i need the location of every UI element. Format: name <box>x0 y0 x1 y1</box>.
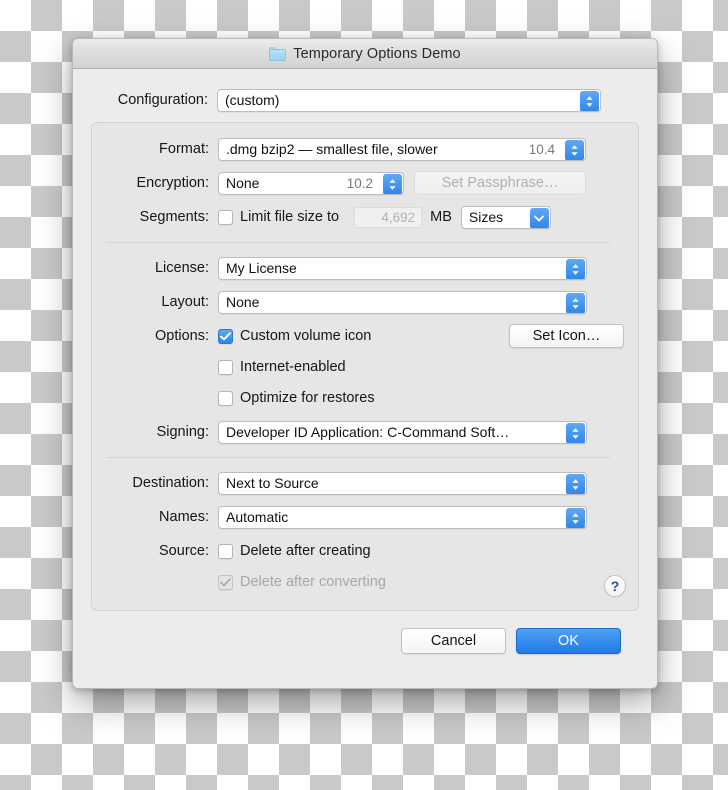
window-title: Temporary Options Demo <box>293 45 461 62</box>
configuration-popup[interactable]: (custom) <box>217 88 601 112</box>
configuration-value: (custom) <box>225 92 280 108</box>
encryption-popup[interactable]: None 10.2 <box>218 171 404 195</box>
chevron-updown-icon[interactable] <box>565 139 584 160</box>
screenshot-canvas: Temporary Options Demo Configuration: (c… <box>0 0 728 790</box>
signing-row: Signing: Developer ID Application: C-Com… <box>92 418 624 446</box>
chevron-updown-icon[interactable] <box>580 90 599 111</box>
license-popup[interactable]: My License <box>218 256 587 280</box>
delete-after-creating-label: Delete after creating <box>240 543 371 559</box>
names-label: Names: <box>159 509 209 525</box>
set-icon-button[interactable]: Set Icon… <box>509 324 624 348</box>
layout-value: None <box>226 294 260 310</box>
license-row: License: My License <box>92 254 624 282</box>
signing-value: Developer ID Application: C-Command Soft… <box>226 424 510 440</box>
license-label: License: <box>154 260 209 276</box>
format-value: .dmg bzip2 — smallest file, slower <box>226 141 438 157</box>
source-row-2: Delete after converting <box>92 568 624 596</box>
folder-icon <box>269 46 287 61</box>
segments-label: Segments: <box>139 209 209 225</box>
names-popup[interactable]: Automatic <box>218 505 587 529</box>
group-separator-2 <box>106 457 610 458</box>
options-group-box: Format: .dmg bzip2 — smallest file, slow… <box>91 122 639 611</box>
encryption-version: 10.2 <box>346 175 373 191</box>
chevron-updown-icon[interactable] <box>566 473 585 494</box>
custom-volume-icon-checkbox[interactable] <box>218 328 233 344</box>
set-passphrase-button: Set Passphrase… <box>414 171 586 195</box>
internet-enabled-label: Internet-enabled <box>240 359 346 375</box>
segments-mode-value: Sizes <box>468 209 504 225</box>
segments-row: Segments: Limit file size to 4,692 MB Si… <box>92 203 624 231</box>
chevron-updown-icon[interactable] <box>566 507 585 528</box>
layout-popup[interactable]: None <box>218 290 587 314</box>
optimize-for-restores-label: Optimize for restores <box>240 390 375 406</box>
limit-file-size-checkbox[interactable] <box>218 209 233 225</box>
encryption-value: None <box>226 175 260 191</box>
limit-file-size-label: Limit file size to <box>240 209 340 225</box>
chevron-updown-icon[interactable] <box>383 173 402 194</box>
format-popup[interactable]: .dmg bzip2 — smallest file, slower 10.4 <box>218 137 586 161</box>
options-row-1: Options: Custom volume icon Set Icon… <box>92 322 624 350</box>
segments-mode-popup[interactable]: Sizes <box>460 205 551 229</box>
names-row: Names: Automatic <box>92 503 624 531</box>
layout-row: Layout: None <box>92 288 624 316</box>
destination-label: Destination: <box>132 475 209 491</box>
destination-value: Next to Source <box>226 475 319 491</box>
format-row: Format: .dmg bzip2 — smallest file, slow… <box>92 135 624 163</box>
encryption-row: Encryption: None 10.2 Set Passphrase… <box>92 169 624 197</box>
segment-size-input[interactable]: 4,692 <box>354 206 423 228</box>
chevron-updown-icon[interactable] <box>566 422 585 443</box>
configuration-label: Configuration: <box>117 92 208 108</box>
segment-size-unit: MB <box>430 209 452 225</box>
help-icon[interactable]: ? <box>604 575 626 597</box>
source-label: Source: <box>159 543 209 559</box>
format-label: Format: <box>159 141 209 157</box>
dialog-content: Configuration: (custom) Format: .dmg bzi… <box>73 86 657 654</box>
options-label: Options: <box>155 328 209 344</box>
cancel-button[interactable]: Cancel <box>401 628 506 654</box>
dialog-footer: Cancel OK <box>91 611 639 654</box>
chevron-updown-icon[interactable] <box>566 292 585 313</box>
optimize-for-restores-checkbox[interactable] <box>218 390 233 406</box>
signing-label: Signing: <box>156 424 209 440</box>
chevron-updown-icon[interactable] <box>566 258 585 279</box>
custom-volume-icon-label: Custom volume icon <box>240 328 372 344</box>
options-row-3: Optimize for restores <box>92 384 624 412</box>
delete-after-creating-checkbox[interactable] <box>218 543 233 559</box>
signing-popup[interactable]: Developer ID Application: C-Command Soft… <box>218 420 587 444</box>
ok-button[interactable]: OK <box>516 628 621 654</box>
delete-after-converting-label: Delete after converting <box>240 574 386 590</box>
source-row-1: Source: Delete after creating <box>92 537 624 565</box>
configuration-row: Configuration: (custom) <box>91 86 639 114</box>
license-value: My License <box>226 260 297 276</box>
options-row-2: Internet-enabled <box>92 353 624 381</box>
group-separator-1 <box>106 242 610 243</box>
destination-popup[interactable]: Next to Source <box>218 471 587 495</box>
format-version: 10.4 <box>528 141 555 157</box>
layout-label: Layout: <box>161 294 209 310</box>
delete-after-converting-checkbox <box>218 574 233 590</box>
internet-enabled-checkbox[interactable] <box>218 359 233 375</box>
names-value: Automatic <box>226 509 289 525</box>
title-bar[interactable]: Temporary Options Demo <box>73 39 657 69</box>
options-dialog: Temporary Options Demo Configuration: (c… <box>72 38 658 689</box>
destination-row: Destination: Next to Source <box>92 469 624 497</box>
chevron-down-icon[interactable] <box>529 207 549 228</box>
encryption-label: Encryption: <box>136 175 209 191</box>
